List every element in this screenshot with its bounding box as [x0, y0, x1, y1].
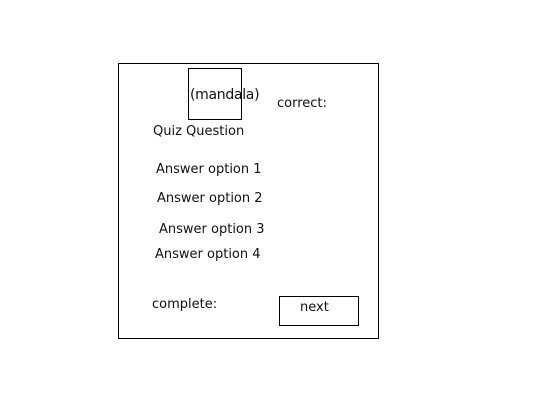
answer-option-3[interactable]: Answer option 3: [159, 222, 265, 237]
answer-option-1[interactable]: Answer option 1: [156, 162, 262, 177]
next-button-label: next: [300, 300, 329, 315]
complete-label: complete:: [152, 297, 218, 312]
answer-option-2[interactable]: Answer option 2: [157, 191, 263, 206]
answer-option-4[interactable]: Answer option 4: [155, 247, 261, 262]
correct-label: correct:: [277, 96, 327, 111]
image-placeholder-label: (mandala): [190, 87, 260, 103]
quiz-question: Quiz Question: [153, 124, 245, 139]
next-button[interactable]: next: [279, 296, 359, 326]
